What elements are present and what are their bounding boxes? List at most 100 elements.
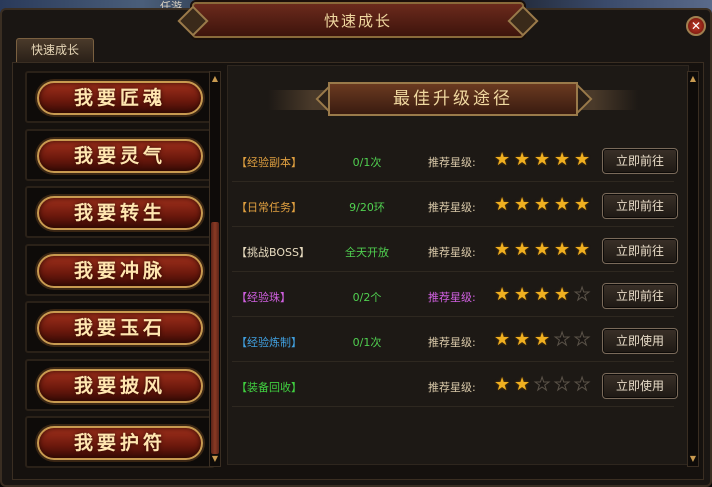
menu-button-2[interactable]: 我要灵气 (25, 128, 215, 181)
window-title: 快速成长 (323, 12, 392, 30)
scroll-up-icon[interactable]: ▲ (210, 74, 220, 84)
menu-button-label: 我要护符 (73, 432, 166, 454)
route-count: 全天开放 (345, 246, 389, 259)
menu-button-6[interactable]: 我要披风 (25, 358, 215, 411)
star-filled-icon: ★ (574, 239, 591, 260)
rating-label: 推荐星级: (428, 201, 476, 214)
menu-button-label: 我要披风 (73, 374, 166, 397)
close-button[interactable]: ✕ (686, 16, 706, 36)
upgrade-routes-panel: 最佳升级途径 【经验副本】 0/1次 推荐星级: ★ ★ ★ ★ ★ 立即前往 【日常任务】 9/2… (227, 65, 689, 465)
menu-button-label: 我要灵气 (73, 144, 166, 167)
rating-label: 推荐星级: (428, 246, 476, 259)
panel-heading: 最佳升级途径 (328, 82, 578, 116)
window-titlebar: 快速成长 (192, 2, 524, 38)
star-empty-icon: ★ (574, 374, 591, 395)
star-empty-icon: ★ (574, 284, 591, 305)
rating-label: 推荐星级: (428, 381, 476, 394)
menu-button-label: 我要冲脉 (73, 259, 166, 282)
star-empty-icon: ★ (554, 329, 571, 350)
star-rating: ★ ★ ★ ★ ★ (494, 284, 594, 305)
menu-button-plate[interactable]: 我要灵气 (37, 138, 203, 173)
menu-button-1[interactable]: 我要匠魂 (25, 71, 215, 123)
route-row: 【装备回收】 推荐星级: ★ ★ ★ ★ ★ 立即使用 (232, 367, 678, 407)
star-rating: ★ ★ ★ ★ ★ (494, 240, 594, 260)
menu-button-7[interactable]: 我要护符 (25, 416, 215, 468)
route-count: 0/2个 (352, 291, 382, 304)
star-empty-icon: ★ (574, 329, 591, 350)
star-filled-icon: ★ (514, 239, 531, 260)
star-filled-icon: ★ (534, 149, 551, 170)
left-menu: 我要匠魂我要灵气我要转生我要冲脉我要玉石我要披风我要护符 (25, 65, 217, 468)
star-filled-icon: ★ (554, 284, 571, 305)
star-filled-icon: ★ (494, 194, 511, 215)
route-name: 【装备回收】 (236, 381, 302, 394)
star-filled-icon: ★ (494, 284, 511, 305)
route-action-button[interactable]: 立即使用 (602, 328, 678, 354)
star-filled-icon: ★ (514, 329, 531, 350)
star-filled-icon: ★ (574, 149, 591, 170)
rating-label: 推荐星级: (428, 336, 476, 349)
route-row: 【挑战BOSS】 全天开放 推荐星级: ★ ★ ★ ★ ★ 立即前往 (232, 232, 678, 272)
star-filled-icon: ★ (494, 239, 511, 260)
menu-button-plate[interactable]: 我要披风 (37, 368, 203, 403)
route-row: 【日常任务】 9/20环 推荐星级: ★ ★ ★ ★ ★ 立即前往 (232, 187, 678, 227)
menu-button-3[interactable]: 我要转生 (25, 186, 215, 238)
panel-heading-banner: 最佳升级途径 (268, 80, 638, 118)
left-scrollbar[interactable]: ▲ ▼ (209, 71, 221, 467)
star-filled-icon: ★ (574, 194, 591, 215)
star-filled-icon: ★ (494, 149, 511, 170)
route-count: 0/1次 (352, 336, 382, 349)
star-filled-icon: ★ (534, 239, 551, 260)
star-rating: ★ ★ ★ ★ ★ (494, 150, 594, 170)
scroll-thumb[interactable] (211, 222, 219, 454)
star-filled-icon: ★ (534, 329, 551, 350)
menu-button-label: 我要转生 (73, 202, 166, 224)
menu-button-plate[interactable]: 我要匠魂 (37, 81, 203, 115)
star-empty-icon: ★ (534, 374, 551, 395)
route-row: 【经验炼制】 0/1次 推荐星级: ★ ★ ★ ★ ★ 立即使用 (232, 322, 678, 362)
star-filled-icon: ★ (514, 149, 531, 170)
route-action-button[interactable]: 立即使用 (602, 373, 678, 399)
route-name: 【日常任务】 (236, 201, 302, 214)
star-filled-icon: ★ (554, 149, 571, 170)
rating-label: 推荐星级: (428, 156, 476, 169)
tab-quick-growth[interactable]: 快速成长 (16, 38, 94, 62)
star-filled-icon: ★ (554, 239, 571, 260)
menu-button-4[interactable]: 我要冲脉 (25, 243, 215, 296)
menu-button-label: 我要玉石 (73, 317, 166, 339)
route-action-button[interactable]: 立即前往 (602, 283, 678, 309)
rating-label: 推荐星级: (428, 291, 476, 304)
star-filled-icon: ★ (534, 284, 551, 305)
route-action-button[interactable]: 立即前往 (602, 193, 678, 219)
star-empty-icon: ★ (554, 374, 571, 395)
menu-button-plate[interactable]: 我要玉石 (37, 311, 203, 345)
scroll-down-icon[interactable]: ▼ (688, 454, 698, 464)
star-filled-icon: ★ (494, 329, 511, 350)
right-scrollbar[interactable]: ▲ ▼ (687, 71, 699, 467)
route-name: 【经验珠】 (236, 291, 291, 304)
content-area: 我要匠魂 我要灵气 我要转生 我要冲脉 我要玉石 我要披风 我要护符 ▲ ▼ 最佳升级途径 … (12, 62, 704, 480)
route-count: 0/1次 (352, 156, 382, 169)
route-row: 【经验珠】 0/2个 推荐星级: ★ ★ ★ ★ ★ 立即前往 (232, 277, 678, 317)
route-name: 【经验炼制】 (236, 336, 302, 349)
route-action-button[interactable]: 立即前往 (602, 238, 678, 264)
star-rating: ★ ★ ★ ★ ★ (494, 195, 594, 215)
scroll-up-icon[interactable]: ▲ (688, 74, 698, 84)
star-filled-icon: ★ (514, 374, 531, 395)
route-count: 9/20环 (349, 201, 385, 214)
star-rating: ★ ★ ★ ★ ★ (494, 329, 594, 350)
scroll-down-icon[interactable]: ▼ (210, 454, 220, 464)
menu-button-label: 我要匠魂 (73, 87, 166, 109)
star-rating: ★ ★ ★ ★ ★ (494, 374, 594, 395)
menu-button-plate[interactable]: 我要转生 (37, 196, 203, 230)
route-action-button[interactable]: 立即前往 (602, 148, 678, 174)
quick-growth-window: 快速成长 ✕ 快速成长 我要匠魂我要灵气我要转生我要冲脉我要玉石我要披风我要护符… (0, 2, 712, 487)
menu-button-plate[interactable]: 我要护符 (37, 426, 203, 460)
star-filled-icon: ★ (534, 194, 551, 215)
menu-button-plate[interactable]: 我要冲脉 (37, 253, 203, 288)
star-filled-icon: ★ (514, 194, 531, 215)
route-name: 【经验副本】 (236, 156, 302, 169)
star-filled-icon: ★ (554, 194, 571, 215)
menu-button-5[interactable]: 我要玉石 (25, 301, 215, 353)
route-name: 【挑战BOSS】 (236, 246, 310, 259)
